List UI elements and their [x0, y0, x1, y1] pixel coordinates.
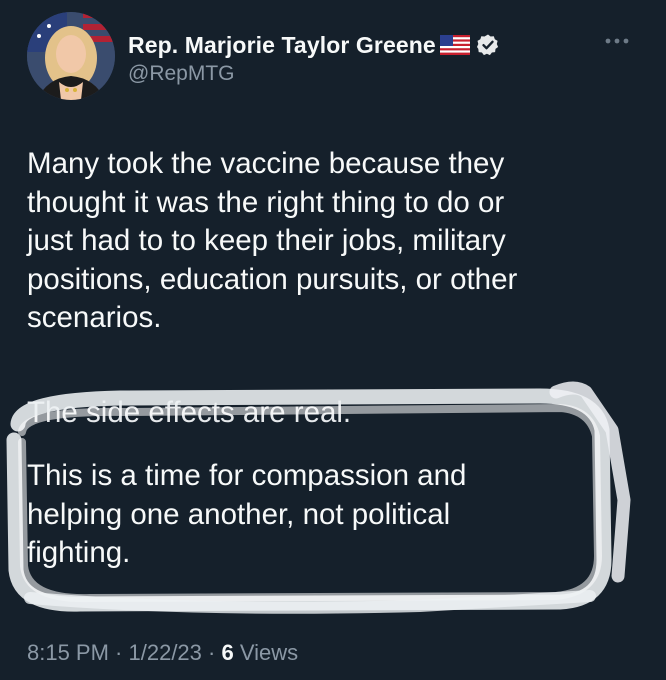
verified-badge-icon: [476, 34, 498, 56]
views-label[interactable]: Views: [234, 640, 298, 666]
author-display-name[interactable]: Rep. Marjorie Taylor Greene: [128, 32, 436, 59]
more-options-icon[interactable]: [604, 36, 630, 46]
author-name-row[interactable]: Rep. Marjorie Taylor Greene: [128, 30, 500, 60]
avatar-image: [27, 12, 115, 100]
tweet-paragraph-3: This is a time for compassion and helpin…: [27, 457, 647, 573]
tweet-paragraph-2: The side effects are real.: [27, 396, 352, 429]
tweet-line: positions, education pursuits, or other: [27, 262, 518, 296]
author-handle[interactable]: @RepMTG: [128, 62, 235, 86]
tweet-time[interactable]: 8:15 PM: [27, 640, 109, 666]
tweet-line: This is a time for compassion and: [27, 459, 467, 492]
tweet-line: fighting.: [27, 536, 131, 569]
tweet-line: helping one another, not political: [27, 497, 451, 531]
views-count[interactable]: 6: [221, 640, 233, 666]
meta-separator: ·: [108, 640, 129, 665]
tweet-line: just had to to keep their jobs, military: [27, 224, 506, 257]
us-flag-icon: [439, 35, 470, 55]
tweet-line: Many took the vaccine because they: [27, 147, 505, 180]
tweet-line: scenarios.: [27, 301, 162, 334]
tweet-paragraph-1: Many took the vaccine because they thoug…: [27, 145, 647, 338]
tweet-line: thought it was the right thing to do or: [27, 185, 505, 219]
tweet-meta: 8:15 PM · 1/22/23 · 6 Views: [27, 640, 298, 666]
author-avatar[interactable]: [27, 12, 115, 100]
tweet-date[interactable]: 1/22/23: [129, 640, 202, 666]
highlight-scribble: [6, 381, 631, 614]
tweet-card: Rep. Marjorie Taylor Greene @RepMTG Many…: [0, 0, 666, 680]
meta-separator: ·: [201, 640, 222, 665]
